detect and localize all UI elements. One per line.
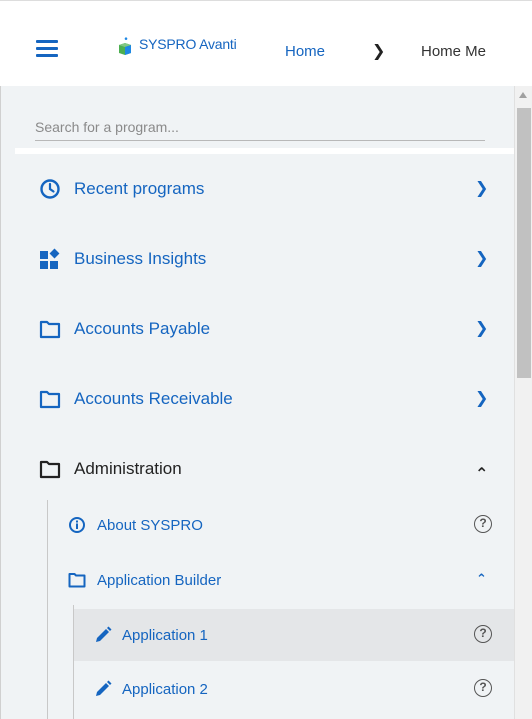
folder-icon bbox=[39, 460, 61, 479]
chevron-right-icon: ❯ bbox=[475, 320, 489, 337]
nav-item-administration[interactable]: Administration ⌃ bbox=[1, 434, 514, 504]
hamburger-menu-icon[interactable] bbox=[36, 40, 60, 58]
tree-item-label: Application 2 bbox=[122, 681, 208, 698]
scrollbar-thumb[interactable] bbox=[517, 108, 531, 378]
pencil-icon bbox=[96, 626, 112, 642]
info-icon bbox=[69, 517, 85, 533]
folder-icon bbox=[39, 320, 61, 339]
breadcrumb-home[interactable]: Home bbox=[285, 43, 325, 60]
nav-item-accounts-receivable[interactable]: Accounts Receivable ❯ bbox=[1, 364, 514, 434]
tree-item-about-syspro[interactable]: About SYSPRO ? bbox=[48, 500, 514, 550]
syspro-logo-icon bbox=[119, 37, 131, 55]
tree-item-label: Application 1 bbox=[122, 627, 208, 644]
folder-icon bbox=[68, 573, 86, 588]
nav-item-label: Accounts Payable bbox=[74, 319, 211, 338]
clock-icon bbox=[40, 179, 60, 199]
help-icon[interactable]: ? bbox=[474, 679, 492, 697]
help-icon[interactable]: ? bbox=[474, 625, 492, 643]
search-area bbox=[1, 86, 514, 148]
top-bar: SYSPRO Avanti Home ❯ Home Me bbox=[0, 0, 532, 86]
logo-text: SYSPRO Avanti bbox=[139, 36, 237, 52]
chevron-right-icon: ❯ bbox=[475, 390, 489, 407]
nav-item-label: Accounts Receivable bbox=[74, 389, 233, 408]
tree-item-application-builder[interactable]: Application Builder ⌃ bbox=[48, 555, 514, 605]
chevron-up-icon: ⌃ bbox=[476, 571, 487, 586]
nav-item-business-insights[interactable]: Business Insights ❯ bbox=[1, 224, 514, 294]
chevron-up-icon: ⌃ bbox=[475, 466, 489, 483]
search-input[interactable] bbox=[35, 114, 485, 141]
help-icon[interactable]: ? bbox=[474, 515, 492, 533]
scroll-up-arrow-icon[interactable] bbox=[519, 92, 527, 98]
tree-item-application-2[interactable]: Application 2 ? bbox=[74, 663, 514, 715]
chevron-right-icon: ❯ bbox=[475, 180, 489, 197]
nav-item-label: Recent programs bbox=[74, 179, 205, 198]
breadcrumb-current[interactable]: Home Me bbox=[421, 43, 486, 60]
nav-item-label: Administration bbox=[74, 459, 182, 478]
dashboard-icon bbox=[40, 248, 60, 269]
chevron-right-icon: ❯ bbox=[475, 250, 489, 267]
tree-item-label: About SYSPRO bbox=[97, 517, 203, 534]
pencil-icon bbox=[96, 680, 112, 696]
nav-item-recent-programs[interactable]: Recent programs ❯ bbox=[1, 154, 514, 224]
folder-icon bbox=[39, 390, 61, 409]
nav-item-label: Business Insights bbox=[74, 249, 207, 268]
tree-item-application-1[interactable]: Application 1 ? bbox=[74, 609, 514, 661]
nav-item-accounts-payable[interactable]: Accounts Payable ❯ bbox=[1, 294, 514, 364]
tree-item-label: Application Builder bbox=[97, 572, 222, 589]
program-sidebar: Recent programs ❯ Business Insights ❯ Ac… bbox=[0, 86, 532, 719]
vertical-scrollbar[interactable] bbox=[514, 86, 532, 719]
breadcrumb-chevron-icon: ❯ bbox=[372, 43, 386, 60]
